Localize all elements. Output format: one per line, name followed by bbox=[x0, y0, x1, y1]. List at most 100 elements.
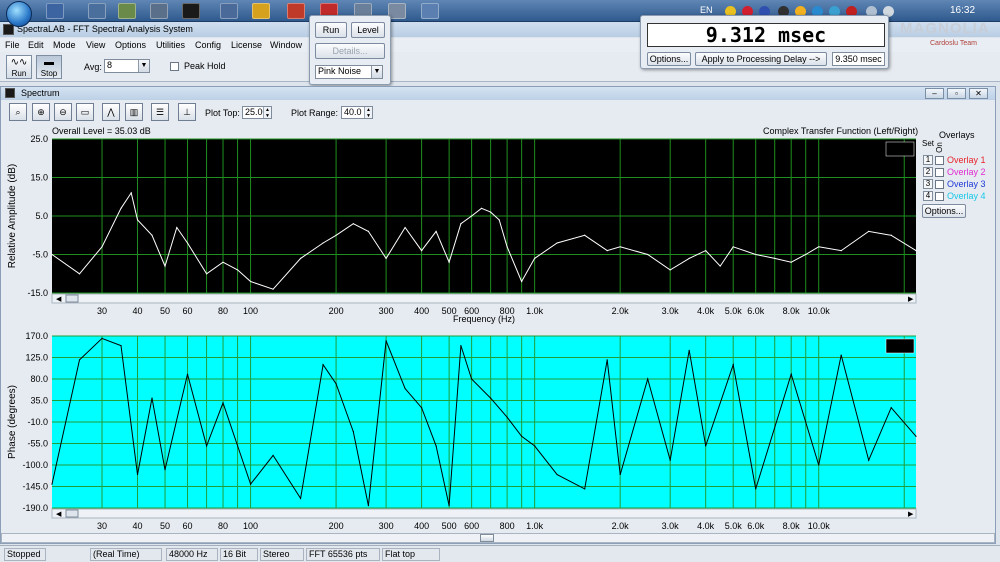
delay-readout: 9.312 msec bbox=[647, 23, 885, 47]
menu-options[interactable]: Options bbox=[115, 40, 146, 50]
menu-file[interactable]: File bbox=[5, 40, 20, 50]
plot-scroll-thumb[interactable] bbox=[65, 509, 79, 518]
data-point bbox=[818, 464, 820, 466]
menu-edit[interactable]: Edit bbox=[28, 40, 44, 50]
status-state: Stopped bbox=[4, 548, 46, 561]
chevron-down-icon[interactable]: ▼ bbox=[371, 66, 382, 78]
data-point bbox=[471, 215, 473, 217]
data-point bbox=[460, 344, 462, 347]
avg-select[interactable]: 8 ▼ bbox=[104, 59, 150, 73]
app-pinned-icon[interactable] bbox=[421, 3, 439, 19]
data-point bbox=[222, 402, 224, 404]
data-point bbox=[480, 207, 483, 209]
signal-generator-panel: Run Level Details... Pink Noise ▼ bbox=[309, 15, 391, 85]
zoom-full-icon[interactable]: ▭ bbox=[76, 103, 94, 121]
y-tick-label: 125.0 bbox=[25, 353, 48, 363]
x-tick-label: 3.0k bbox=[662, 521, 680, 531]
data-point bbox=[299, 497, 302, 500]
overlay-set-button[interactable]: 3 bbox=[923, 179, 933, 189]
x-tick-label: 30 bbox=[97, 521, 107, 531]
cursor-icon[interactable]: ⊥ bbox=[178, 103, 196, 121]
overlay-set-button[interactable]: 2 bbox=[923, 167, 933, 177]
x-tick-label: 50 bbox=[160, 521, 170, 531]
scroll-thumb[interactable] bbox=[480, 534, 494, 542]
menu-license[interactable]: License bbox=[231, 40, 262, 50]
start-button[interactable] bbox=[6, 1, 32, 27]
data-point bbox=[164, 265, 166, 267]
scroll-right-icon[interactable]: ▶ bbox=[908, 296, 914, 303]
plot-range-input[interactable]: 40.0 ▲ ▼ bbox=[341, 106, 373, 119]
bar-plot-icon[interactable]: ▥ bbox=[125, 103, 143, 121]
spin-arrows-icon[interactable]: ▲ ▼ bbox=[364, 107, 372, 119]
trace-tool-icon[interactable] bbox=[885, 338, 915, 354]
app-pinned-icon[interactable] bbox=[287, 3, 305, 19]
menu-mode[interactable]: Mode bbox=[53, 40, 76, 50]
phase-chart[interactable]: 170.0 125.0 80.0 35.0 -10.0 -55.0 -100.0 -145.0… bbox=[1, 331, 921, 532]
amplitude-chart[interactable]: 25.0 15.0 5.0 -5.0 -15.0 Relative Amplitude (… bbox=[1, 134, 921, 335]
peak-hold-checkbox[interactable] bbox=[170, 62, 179, 71]
zoom-in-icon[interactable]: ⊕ bbox=[32, 103, 50, 121]
overlay-on-checkbox[interactable] bbox=[935, 192, 944, 201]
generator-level-button[interactable]: Level bbox=[351, 22, 385, 38]
y-tick-label: -5.0 bbox=[32, 250, 48, 260]
browser-icon[interactable] bbox=[252, 3, 270, 19]
maximize-icon[interactable]: ▫ bbox=[947, 88, 966, 99]
app-pinned-icon[interactable] bbox=[88, 3, 106, 19]
spectralab-task-icon[interactable] bbox=[182, 3, 200, 19]
menu-window[interactable]: Window bbox=[270, 40, 302, 50]
app-pinned-icon[interactable] bbox=[118, 3, 136, 19]
data-point bbox=[136, 219, 139, 221]
stop-button[interactable]: ▬ Stop bbox=[36, 55, 62, 79]
chevron-down-icon[interactable]: ▼ bbox=[138, 60, 149, 72]
y-tick-label: 80.0 bbox=[30, 374, 48, 384]
run-button[interactable]: ∿∿ Run bbox=[6, 55, 32, 79]
plot-scrollbar[interactable] bbox=[51, 508, 917, 519]
x-tick-label: 80 bbox=[218, 306, 228, 316]
clock[interactable]: 16:32 bbox=[950, 5, 975, 16]
scroll-left-icon[interactable]: ◀ bbox=[56, 296, 62, 303]
x-tick-label: 300 bbox=[379, 521, 394, 531]
apply-delay-button[interactable]: Apply to Processing Delay --> bbox=[695, 52, 827, 66]
app-pinned-icon[interactable] bbox=[46, 3, 64, 19]
overlay-on-checkbox[interactable] bbox=[935, 168, 944, 177]
generator-details-button[interactable]: Details... bbox=[315, 43, 385, 59]
trace-tool-icon[interactable] bbox=[885, 141, 915, 157]
watermark-logo: MAGNOLIA bbox=[900, 20, 990, 37]
app-pinned-icon[interactable] bbox=[220, 3, 238, 19]
close-icon[interactable]: ✕ bbox=[969, 88, 988, 99]
scroll-left-icon[interactable]: ◀ bbox=[56, 511, 62, 518]
peak-hold-label: Peak Hold bbox=[184, 61, 226, 71]
data-point bbox=[186, 242, 189, 244]
delay-options-button[interactable]: Options... bbox=[647, 52, 691, 66]
language-indicator[interactable]: EN bbox=[700, 5, 713, 15]
zoom-out-icon[interactable]: ⊖ bbox=[54, 103, 72, 121]
scroll-right-icon[interactable]: ▶ bbox=[908, 511, 914, 518]
menu-view[interactable]: View bbox=[86, 40, 105, 50]
overlay-set-button[interactable]: 1 bbox=[923, 155, 933, 165]
menu-utilities[interactable]: Utilities bbox=[156, 40, 185, 50]
spin-arrows-icon[interactable]: ▲ ▼ bbox=[263, 107, 271, 119]
overlay-set-button[interactable]: 4 bbox=[923, 191, 933, 201]
data-point bbox=[385, 340, 387, 342]
overlay-on-checkbox[interactable] bbox=[935, 156, 944, 165]
line-plot-icon[interactable]: ⋀ bbox=[102, 103, 120, 121]
signal-type-select[interactable]: Pink Noise ▼ bbox=[315, 65, 383, 79]
plot-top-input[interactable]: 25.00 ▲ ▼ bbox=[242, 106, 272, 119]
generator-run-button[interactable]: Run bbox=[315, 22, 347, 38]
overlay-options-button[interactable]: Options... bbox=[922, 204, 966, 218]
plot-scroll-thumb[interactable] bbox=[65, 294, 79, 303]
menu-config[interactable]: Config bbox=[195, 40, 221, 50]
y-tick-label: 170.0 bbox=[25, 332, 48, 341]
zoom-icon[interactable]: ⌕ bbox=[9, 103, 27, 121]
plot-scrollbar[interactable] bbox=[51, 293, 917, 304]
data-point bbox=[176, 226, 178, 229]
window-horizontal-scrollbar[interactable] bbox=[1, 533, 995, 543]
table-view-icon[interactable]: ☰ bbox=[151, 103, 169, 121]
data-point bbox=[78, 273, 81, 275]
app-pinned-icon[interactable] bbox=[150, 3, 168, 19]
overlay-on-checkbox[interactable] bbox=[935, 180, 944, 189]
minimize-icon[interactable]: – bbox=[925, 88, 944, 99]
data-point bbox=[130, 192, 132, 194]
watermark-subtitle: Cardoslu Team bbox=[930, 40, 977, 47]
data-point bbox=[272, 288, 274, 290]
